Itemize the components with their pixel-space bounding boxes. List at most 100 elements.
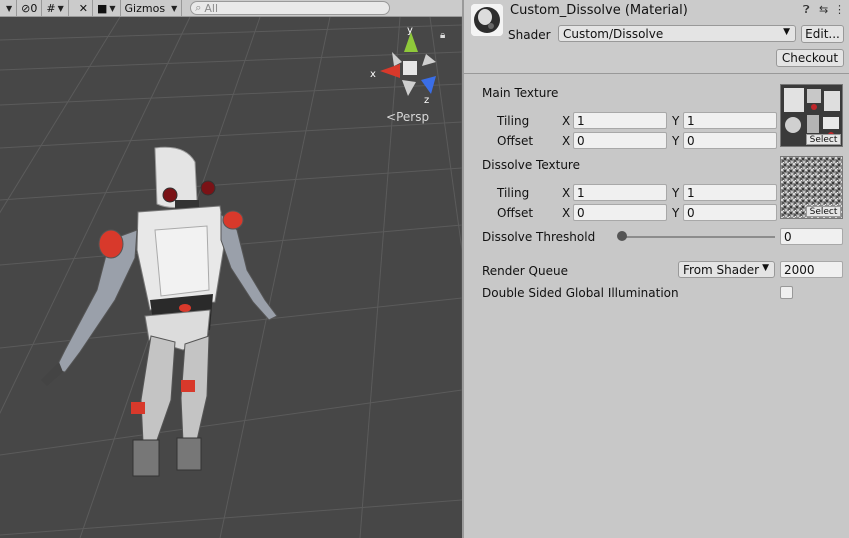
chevron-down-icon: ▼ [762, 263, 769, 273]
help-icon[interactable]: ❓︎ [803, 3, 810, 17]
tools-toggle[interactable]: ✕ [75, 0, 93, 17]
robot-model[interactable] [25, 140, 285, 500]
dissolve-threshold-slider[interactable] [622, 236, 775, 238]
shader-dropdown[interactable]: Custom/Dissolve ▼ [558, 25, 796, 42]
more-options-icon[interactable]: ⋮ [834, 3, 845, 16]
lock-icon[interactable]: 🔒︎ [440, 30, 445, 41]
projection-toggle[interactable]: <Persp [386, 110, 429, 124]
render-queue-mode: From Shader [683, 262, 760, 277]
chevron-down-icon: ▼ [783, 27, 790, 37]
main-texture-label: Main Texture [482, 86, 559, 100]
material-title: Custom_Dissolve (Material) [510, 3, 688, 18]
gizmo-z-cone[interactable] [421, 76, 436, 94]
robot-left-hand [41, 362, 63, 386]
gizmo-neg-y-cone[interactable] [402, 80, 416, 96]
robot-eye-right [200, 180, 216, 196]
view-mode-label: Persp [396, 110, 430, 124]
robot-waist-light [179, 304, 191, 312]
scene-view[interactable]: ▼ ⊘ 0 # ▼ ✕ ■ ▼ Gizmos ▼ ⌕ All y x z 🔒︎ … [0, 0, 462, 538]
render-queue-label: Render Queue [482, 264, 568, 278]
shading-dropdown[interactable]: ▼ [0, 0, 18, 17]
double-sided-gi-checkbox[interactable] [780, 286, 793, 299]
dissolve-threshold-field[interactable]: 0 [780, 228, 843, 245]
render-queue-field[interactable]: 2000 [780, 261, 843, 278]
robot-eye-left [162, 187, 178, 203]
robot-left-arm [54, 229, 138, 373]
scene-search-input[interactable]: ⌕ All [190, 1, 391, 15]
chevron-left-icon: < [386, 110, 397, 124]
main-tiling-x-field[interactable]: 1 [573, 112, 667, 129]
dissolve-tiling-y-label: Y [672, 186, 680, 200]
chevron-down-icon: ▼ [171, 3, 178, 13]
main-tiling-y-field[interactable]: 1 [683, 112, 777, 129]
gizmo-x-label: x [370, 69, 376, 80]
robot-right-arm [220, 212, 278, 321]
main-offset-label: Offset [497, 134, 534, 148]
dissolve-texture-select-button[interactable]: Select [806, 206, 841, 217]
dissolve-offset-x-field[interactable]: 0 [573, 204, 667, 221]
dissolve-tiling-x-label: X [562, 186, 571, 200]
dissolve-tiling-label: Tiling [497, 186, 530, 200]
main-tiling-y-label: Y [672, 114, 680, 128]
render-queue-dropdown[interactable]: From Shader ▼ [678, 261, 775, 278]
dissolve-offset-x-label: X [562, 206, 571, 220]
hidden-count: 0 [30, 1, 38, 15]
gizmos-label: Gizmos [124, 1, 166, 15]
camera-dropdown[interactable]: ■ ▼ [93, 0, 121, 17]
main-offset-x-label: X [562, 134, 571, 148]
dissolve-threshold-label: Dissolve Threshold [482, 230, 596, 244]
material-preview-thumbnail[interactable] [471, 4, 503, 36]
shader-label: Shader [508, 28, 551, 42]
robot-right-shoulder [222, 210, 244, 230]
robot-left-foot [132, 439, 160, 477]
main-texture-select-button[interactable]: Select [806, 134, 841, 145]
material-header: Custom_Dissolve (Material) ❓︎ ⇆ ⋮ Shader… [464, 0, 849, 74]
main-tiling-x-label: X [562, 114, 571, 128]
dissolve-threshold-slider-thumb[interactable] [617, 231, 627, 241]
camera-icon: ■ [96, 1, 108, 15]
main-offset-y-field[interactable]: 0 [683, 132, 777, 149]
chevron-down-icon: ▼ [6, 3, 13, 13]
grid-toggle[interactable]: # ▼ [42, 0, 69, 17]
gizmo-neg-x-cone[interactable] [422, 54, 436, 66]
robot-chest-plate [154, 225, 210, 297]
gizmo-center-cube[interactable] [403, 61, 417, 75]
tools-icon: ✕ [78, 1, 88, 15]
main-tiling-label: Tiling [497, 114, 530, 128]
dissolve-tiling-y-field[interactable]: 1 [683, 184, 777, 201]
dissolve-offset-y-label: Y [672, 206, 680, 220]
chevron-down-icon: ▼ [109, 3, 116, 13]
robot-right-foot [176, 437, 202, 471]
gizmo-z-label: z [424, 95, 429, 106]
gizmos-dropdown[interactable]: Gizmos ▼ [121, 0, 183, 17]
double-sided-gi-label: Double Sided Global Illumination [482, 286, 679, 300]
robot-left-knee-light [131, 402, 145, 414]
gizmo-y-label: y [407, 25, 413, 36]
main-texture-slot[interactable]: Select [780, 84, 843, 147]
gizmo-x-cone[interactable] [380, 64, 400, 78]
robot-right-knee-light [181, 380, 195, 392]
edit-shader-button[interactable]: Edit... [801, 25, 844, 43]
main-offset-y-label: Y [672, 134, 680, 148]
search-icon: ⌕ [195, 1, 202, 14]
dissolve-offset-y-field[interactable]: 0 [683, 204, 777, 221]
scene-visibility-toggle[interactable]: ⊘ 0 [17, 0, 43, 17]
main-offset-x-field[interactable]: 0 [573, 132, 667, 149]
robot-left-leg [140, 335, 176, 443]
unity-editor-window: ▼ ⊘ 0 # ▼ ✕ ■ ▼ Gizmos ▼ ⌕ All y x z 🔒︎ … [0, 0, 849, 538]
eye-slash-icon: ⊘ [21, 1, 31, 15]
checkout-button[interactable]: Checkout [776, 49, 844, 67]
shader-value: Custom/Dissolve [563, 26, 664, 41]
gizmo-neg-z-cone[interactable] [392, 52, 402, 66]
scene-toolbar: ▼ ⊘ 0 # ▼ ✕ ■ ▼ Gizmos ▼ ⌕ All [0, 0, 462, 17]
search-placeholder: All [204, 1, 219, 15]
robot-left-shoulder [98, 229, 124, 259]
dissolve-texture-label: Dissolve Texture [482, 158, 580, 172]
dissolve-offset-label: Offset [497, 206, 534, 220]
preset-icon[interactable]: ⇆ [819, 3, 828, 16]
inspector-panel: Custom_Dissolve (Material) ❓︎ ⇆ ⋮ Shader… [462, 0, 849, 538]
grid-icon: # [46, 1, 56, 15]
dissolve-tiling-x-field[interactable]: 1 [573, 184, 667, 201]
chevron-down-icon: ▼ [57, 3, 64, 13]
dissolve-texture-slot[interactable]: Select [780, 156, 843, 219]
